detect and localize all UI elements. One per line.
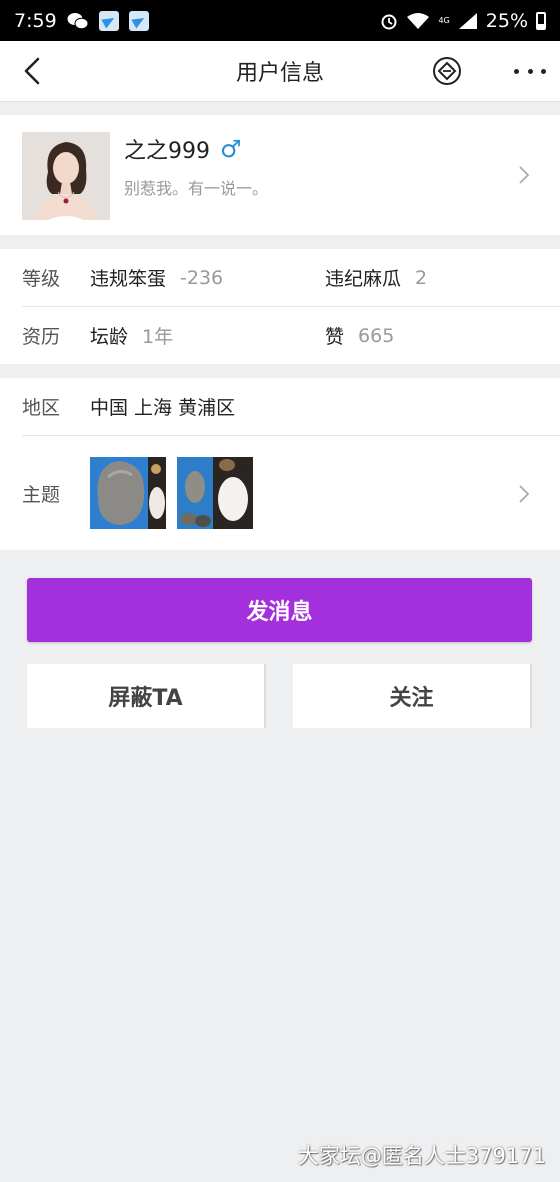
username-row: 之之999 ♂ bbox=[124, 133, 242, 165]
resume-row: 资历 坛龄 1年 赞 665 bbox=[22, 307, 560, 364]
profile-card[interactable]: 之之999 ♂ 别惹我。有一说一。 bbox=[0, 115, 560, 235]
likes-stat: 赞 665 bbox=[325, 322, 394, 349]
level-name: 违规笨蛋 bbox=[90, 268, 167, 290]
page-title: 用户信息 bbox=[235, 61, 324, 86]
back-arrow-icon[interactable] bbox=[20, 57, 44, 85]
forum-age-label: 坛龄 bbox=[90, 326, 129, 348]
violation-label: 违纪麻瓜 bbox=[325, 268, 402, 290]
app-notification-icon bbox=[98, 10, 119, 31]
signature: 别惹我。有一说一。 bbox=[124, 179, 269, 198]
avatar[interactable] bbox=[22, 132, 110, 220]
wechat-icon bbox=[67, 12, 89, 29]
male-gender-icon: ♂ bbox=[220, 135, 242, 163]
resume-label: 资历 bbox=[22, 326, 61, 348]
level-row: 等级 违规笨蛋 -236 违纪麻瓜 2 bbox=[22, 249, 560, 307]
violation-stat: 违纪麻瓜 2 bbox=[325, 264, 427, 291]
location-row: 地区 中国 上海 黄浦区 bbox=[22, 378, 560, 436]
level-label: 等级 bbox=[22, 268, 61, 290]
status-time: 7:59 bbox=[14, 9, 57, 32]
forum-age-value: 1年 bbox=[142, 326, 174, 348]
status-bar: 7:59 4G 25% bbox=[0, 0, 560, 41]
more-options-icon[interactable] bbox=[514, 61, 546, 81]
topic-thumbnail[interactable] bbox=[90, 457, 166, 529]
network-type: 4G bbox=[438, 16, 450, 25]
follow-button[interactable]: 关注 bbox=[293, 664, 532, 728]
wifi-icon bbox=[407, 12, 430, 29]
topic-thumbnail[interactable] bbox=[177, 457, 253, 529]
stats-card: 等级 违规笨蛋 -236 违纪麻瓜 2 资历 坛龄 1年 赞 665 bbox=[0, 249, 560, 364]
location-label: 地区 bbox=[22, 397, 61, 419]
username: 之之999 bbox=[124, 139, 210, 164]
violation-value: 2 bbox=[415, 266, 428, 289]
likes-label: 赞 bbox=[325, 326, 345, 348]
level-value: -236 bbox=[180, 266, 224, 289]
nav-bar: 用户信息 bbox=[0, 41, 560, 102]
location-value: 中国 上海 黄浦区 bbox=[90, 397, 236, 419]
coin-icon[interactable] bbox=[432, 56, 462, 86]
alarm-icon bbox=[381, 14, 397, 29]
block-user-button[interactable]: 屏蔽TA bbox=[27, 664, 266, 728]
battery-percent: 25% bbox=[485, 9, 528, 32]
topic-thumbnails bbox=[90, 457, 253, 529]
watermark: 大家坛@匿名人士379171 bbox=[297, 1144, 546, 1168]
app-notification-icon bbox=[128, 10, 149, 31]
avatar-image bbox=[22, 132, 110, 220]
topics-label: 主题 bbox=[22, 483, 61, 506]
location-topics-card: 地区 中国 上海 黄浦区 主题 bbox=[0, 378, 560, 550]
likes-value: 665 bbox=[358, 324, 395, 347]
chevron-right-icon bbox=[519, 166, 530, 184]
send-message-button[interactable]: 发消息 bbox=[27, 578, 532, 642]
signal-icon bbox=[458, 12, 477, 29]
chevron-right-icon bbox=[519, 485, 530, 503]
battery-icon bbox=[536, 11, 546, 30]
